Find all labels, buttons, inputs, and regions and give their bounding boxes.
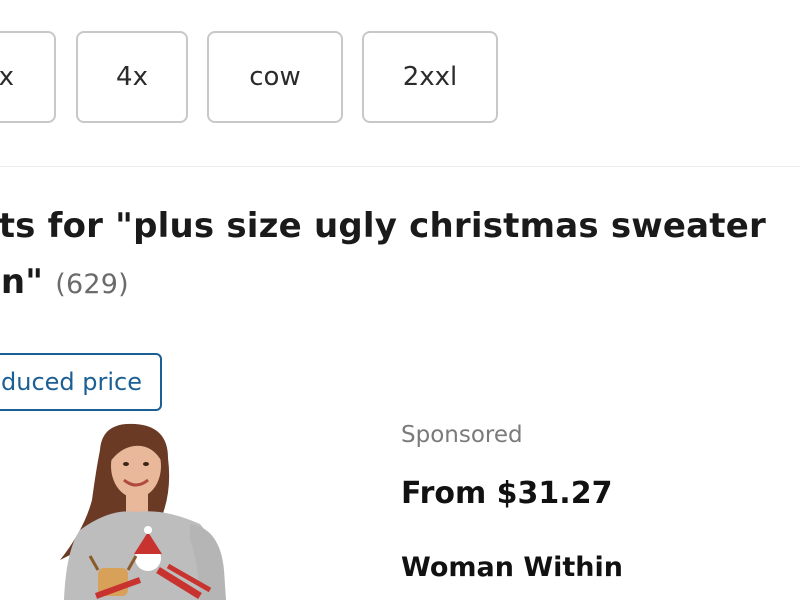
- reduced-price-filter-button[interactable]: duced price: [0, 353, 162, 411]
- filter-chip-row: x 4x cow 2xxl: [0, 0, 800, 167]
- results-heading-line1: sults for "plus size ugly christmas swea…: [0, 206, 766, 246]
- filter-chip-label: cow: [249, 62, 301, 92]
- filter-chip-label: 4x: [116, 62, 148, 92]
- reduced-price-label: duced price: [1, 368, 142, 396]
- product-image[interactable]: [40, 420, 240, 600]
- results-heading-line2-wrap: men" (629): [0, 254, 782, 313]
- sponsored-label: Sponsored: [401, 422, 523, 448]
- filter-chip-cow[interactable]: cow: [207, 31, 343, 123]
- product-brand[interactable]: Woman Within: [401, 552, 623, 583]
- filter-chip-label: 2xxl: [402, 62, 458, 92]
- product-price[interactable]: From $31.27: [401, 476, 612, 511]
- results-heading: sults for "plus size ugly christmas swea…: [0, 198, 782, 313]
- filter-chip-4x[interactable]: 4x: [76, 31, 188, 123]
- results-heading-line2: men": [0, 262, 44, 302]
- filter-chip-label: x: [0, 62, 14, 92]
- filter-chip-partial[interactable]: x: [0, 31, 56, 123]
- woman-in-christmas-sweater-photo-icon: [60, 423, 226, 600]
- search-results-page: x 4x cow 2xxl sults for "plus size ugly …: [0, 0, 800, 600]
- results-count: (629): [55, 269, 129, 300]
- filter-chip-2xxl[interactable]: 2xxl: [362, 31, 498, 123]
